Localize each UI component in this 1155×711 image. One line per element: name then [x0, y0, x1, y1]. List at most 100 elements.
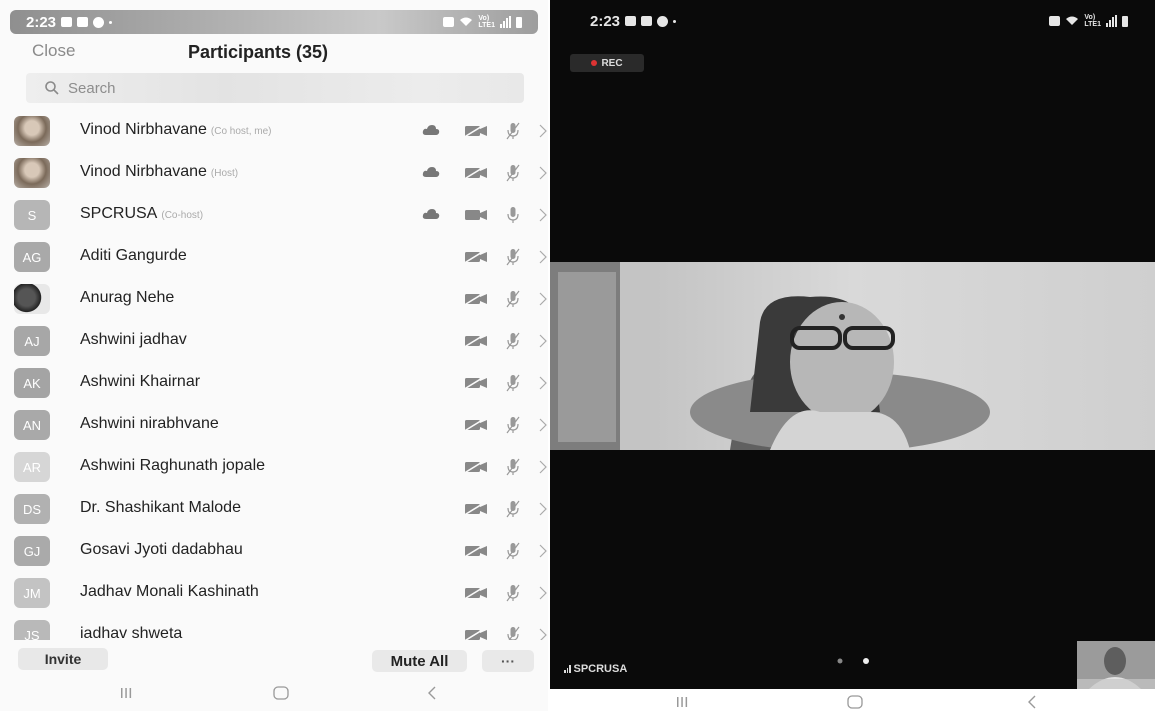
- participant-name: Ashwini Khairnar: [80, 373, 200, 391]
- participant-list[interactable]: Vinod Nirbhavane (Co host, me) Vinod Nirbh…: [0, 110, 548, 640]
- participant-name: Jadhav Monali Kashinath: [80, 583, 259, 601]
- speaker-name-text: SPCRUSA: [573, 663, 628, 675]
- mic-off-icon: [506, 332, 520, 350]
- chevron-right-icon: [539, 334, 547, 348]
- chevron-right-icon: [539, 460, 547, 474]
- gallery-icon: [625, 16, 637, 26]
- back-icon[interactable]: [1026, 694, 1038, 710]
- cloud-recording-icon: [422, 167, 440, 177]
- self-video-thumbnail[interactable]: [1077, 641, 1155, 689]
- page-title: Participants (35): [188, 42, 329, 62]
- video-off-icon: [465, 125, 487, 137]
- back-icon[interactable]: [426, 684, 438, 702]
- participant-status-icons: [388, 206, 548, 226]
- video-off-icon: [465, 545, 487, 557]
- participant-status-icons: [388, 584, 548, 604]
- participant-row[interactable]: GJ Gosavi Jyoti dadabhau: [0, 530, 548, 572]
- battery-icon: [516, 16, 522, 28]
- participant-status-icons: [388, 500, 548, 520]
- chevron-right-icon: [539, 502, 547, 516]
- participant-row[interactable]: AJ Ashwini jadhav: [0, 320, 548, 362]
- whatsapp-icon: [657, 15, 669, 27]
- participant-status-icons: [388, 626, 548, 640]
- record-dot-icon: [591, 60, 598, 66]
- participant-name: Gosavi Jyoti dadabhau: [80, 541, 243, 559]
- participant-row[interactable]: Vinod Nirbhavane (Co host, me): [0, 110, 548, 152]
- mic-off-icon: [506, 290, 520, 308]
- home-icon[interactable]: [272, 685, 290, 701]
- participant-name-text: iadhav shweta: [80, 625, 183, 640]
- mic-off-icon: [506, 374, 520, 392]
- rec-label: REC: [601, 57, 623, 69]
- participant-name-text: Jadhav Monali Kashinath: [80, 583, 259, 600]
- participant-name-text: Gosavi Jyoti dadabhau: [80, 541, 243, 558]
- participant-row[interactable]: Anurag Nehe: [0, 278, 548, 320]
- avatar: [14, 284, 50, 314]
- participant-row[interactable]: S SPCRUSA (Co-host): [0, 194, 548, 236]
- participant-name: Ashwini Raghunath jopale: [80, 457, 265, 475]
- recents-icon[interactable]: [118, 686, 134, 700]
- avatar: AR: [14, 452, 50, 482]
- mic-icon: [507, 207, 519, 223]
- wifi-icon: [1065, 13, 1079, 30]
- avatar: [14, 116, 50, 146]
- participant-status-icons: [388, 416, 548, 436]
- more-icon: ···: [501, 653, 515, 669]
- participant-name: Ashwini jadhav: [80, 331, 187, 349]
- active-speaker-label: SPCRUSA: [564, 663, 627, 675]
- participant-row[interactable]: Vinod Nirbhavane (Host): [0, 152, 548, 194]
- participant-row[interactable]: JS iadhav shweta: [0, 614, 548, 640]
- alarm-icon: [1049, 16, 1061, 26]
- chevron-right-icon: [539, 628, 547, 640]
- participant-row[interactable]: DS Dr. Shashikant Malode: [0, 488, 548, 530]
- close-button[interactable]: Close: [32, 41, 75, 61]
- video-off-icon: [465, 587, 487, 599]
- mic-off-icon: [506, 122, 520, 140]
- participant-name-text: Ashwini Raghunath jopale: [80, 457, 266, 474]
- more-button[interactable]: ···: [482, 650, 534, 672]
- recents-icon[interactable]: [674, 695, 690, 709]
- invite-button[interactable]: Invite: [18, 648, 108, 670]
- search-bar[interactable]: [26, 73, 524, 103]
- recording-indicator: REC: [570, 54, 644, 72]
- search-input[interactable]: [68, 79, 368, 97]
- gallery-icon: [61, 17, 73, 27]
- participant-name-text: Vinod Nirbhavane: [80, 163, 207, 180]
- participant-name-text: Aditi Gangurde: [80, 247, 187, 264]
- participants-screen: 2:23 Vo) LTE1 Close Participants (35) Se…: [0, 0, 548, 711]
- avatar: AK: [14, 368, 50, 398]
- mute-all-button[interactable]: Mute All: [372, 650, 467, 672]
- participant-name-text: Anurag Nehe: [80, 289, 175, 306]
- participant-row[interactable]: AG Aditi Gangurde: [0, 236, 548, 278]
- participant-name-text: Vinod Nirbhavane: [80, 121, 207, 138]
- mic-off-icon: [506, 500, 520, 518]
- home-icon[interactable]: [846, 695, 864, 709]
- participant-name: Vinod Nirbhavane (Co host, me): [80, 121, 271, 139]
- chevron-right-icon: [539, 166, 547, 180]
- status-time: 2:23: [26, 13, 57, 31]
- participant-name: Dr. Shashikant Malode: [80, 499, 241, 517]
- participant-row[interactable]: AN Ashwini nirabhvane: [0, 404, 548, 446]
- participant-row[interactable]: AK Ashwini Khairnar: [0, 362, 548, 404]
- video-off-icon: [465, 503, 487, 515]
- participant-row[interactable]: JM Jadhav Monali Kashinath: [0, 572, 548, 614]
- video-off-icon: [465, 377, 487, 389]
- signal-icon: [500, 16, 511, 28]
- chevron-right-icon: [539, 250, 547, 264]
- mic-off-icon: [506, 248, 520, 266]
- participant-role: (Co-host): [161, 210, 204, 221]
- mic-off-icon: [506, 416, 520, 434]
- speaker-video-image: [550, 262, 1155, 450]
- participant-name: Anurag Nehe: [80, 289, 174, 307]
- page-indicator[interactable]: [834, 657, 874, 665]
- avatar: AJ: [14, 326, 50, 356]
- video-off-icon: [465, 251, 487, 263]
- speaker-video[interactable]: [550, 262, 1155, 450]
- network-label: Vo) LTE1: [1084, 14, 1101, 28]
- participant-status-icons: [388, 332, 548, 352]
- video-off-icon: [465, 335, 487, 347]
- participant-status-icons: [388, 164, 548, 184]
- participant-row[interactable]: AR Ashwini Raghunath jopale: [0, 446, 548, 488]
- chevron-right-icon: [539, 544, 547, 558]
- avatar: DS: [14, 494, 50, 524]
